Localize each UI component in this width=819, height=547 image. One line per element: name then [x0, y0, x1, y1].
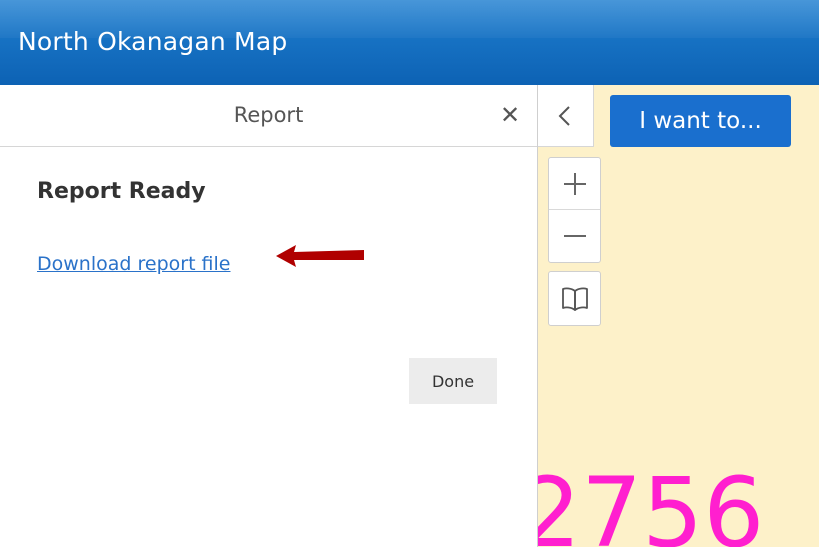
panel-header: Report ✕ — [0, 85, 537, 147]
red-arrow-shape — [276, 245, 364, 267]
report-heading: Report Ready — [37, 179, 206, 204]
zoom-controls — [548, 157, 601, 263]
chevron-left-icon — [558, 106, 570, 126]
minus-icon — [564, 235, 586, 237]
plus-icon — [564, 173, 586, 195]
map-view[interactable]: 2756 I want to... — [538, 85, 819, 547]
red-arrow-icon — [276, 245, 364, 267]
app-header: North Okanagan Map — [0, 0, 819, 85]
map-parcel-label: 2756 — [538, 457, 765, 547]
download-report-link[interactable]: Download report file — [37, 253, 231, 275]
done-button[interactable]: Done — [409, 358, 497, 404]
collapse-panel-button[interactable] — [538, 85, 594, 147]
panel-title: Report — [233, 103, 304, 127]
app-window: North Okanagan Map Report ✕ Report Ready… — [0, 0, 819, 547]
app-title: North Okanagan Map — [18, 27, 288, 56]
i-want-to-button[interactable]: I want to... — [610, 95, 791, 147]
report-panel: Report ✕ Report Ready Download report fi… — [0, 85, 538, 547]
zoom-out-button[interactable] — [549, 210, 600, 262]
zoom-in-button[interactable] — [549, 158, 600, 210]
book-icon — [562, 287, 588, 311]
close-icon[interactable]: ✕ — [497, 101, 523, 129]
bookmarks-button[interactable] — [548, 271, 601, 326]
